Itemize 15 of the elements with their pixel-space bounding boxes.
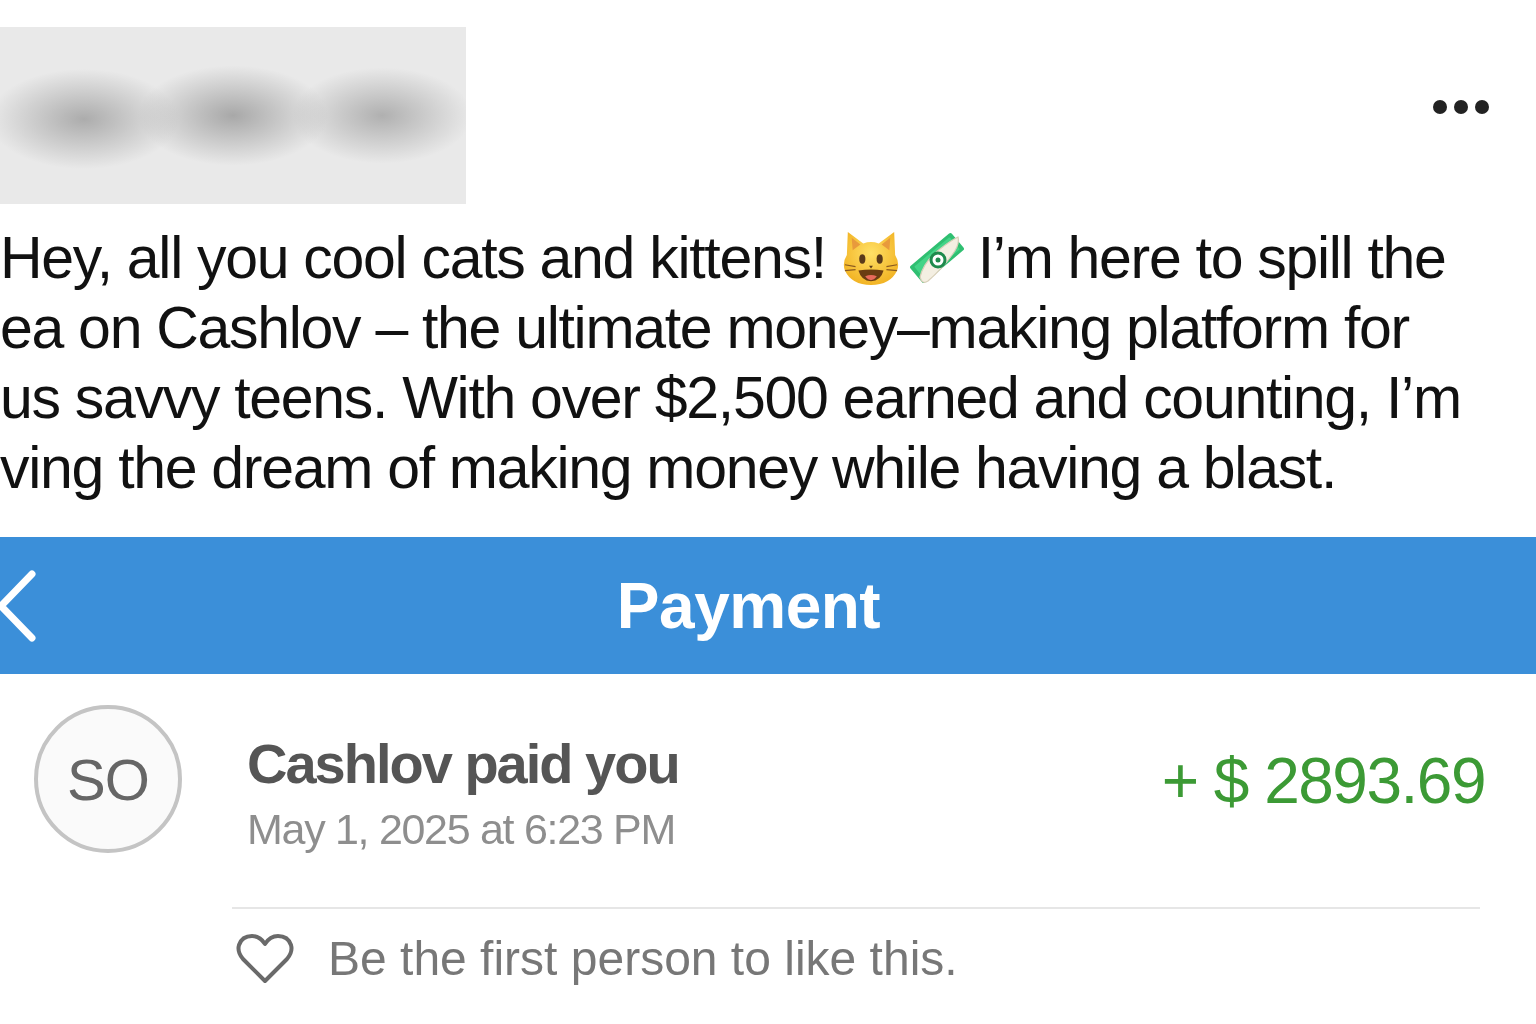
cat-face-icon [841, 230, 900, 286]
post-text: Hey, all you cool cats and kittens! [0, 224, 826, 293]
post-text: us savvy teens. With over $2,500 earned and counting, I’m [0, 364, 1461, 433]
chevron-left-icon [0, 569, 37, 642]
more-button[interactable] [1432, 99, 1490, 115]
post-text: ea on Cashlov – the ultimate money–making platform for [0, 294, 1409, 363]
payment-date: May 1, 2025 at 6:23 PM [247, 808, 675, 851]
heart-icon[interactable] [236, 933, 294, 985]
back-button[interactable] [0, 569, 37, 642]
likes-text: Be the first person to like this. [328, 935, 958, 983]
more-icon [1432, 99, 1490, 115]
payment-amount: + $ 2893.69 [1161, 749, 1485, 813]
post-text: I’m here to spill the [977, 224, 1446, 293]
avatar: SO [34, 705, 182, 853]
post-text: ving the dream of making money while having a blast. [0, 434, 1337, 503]
